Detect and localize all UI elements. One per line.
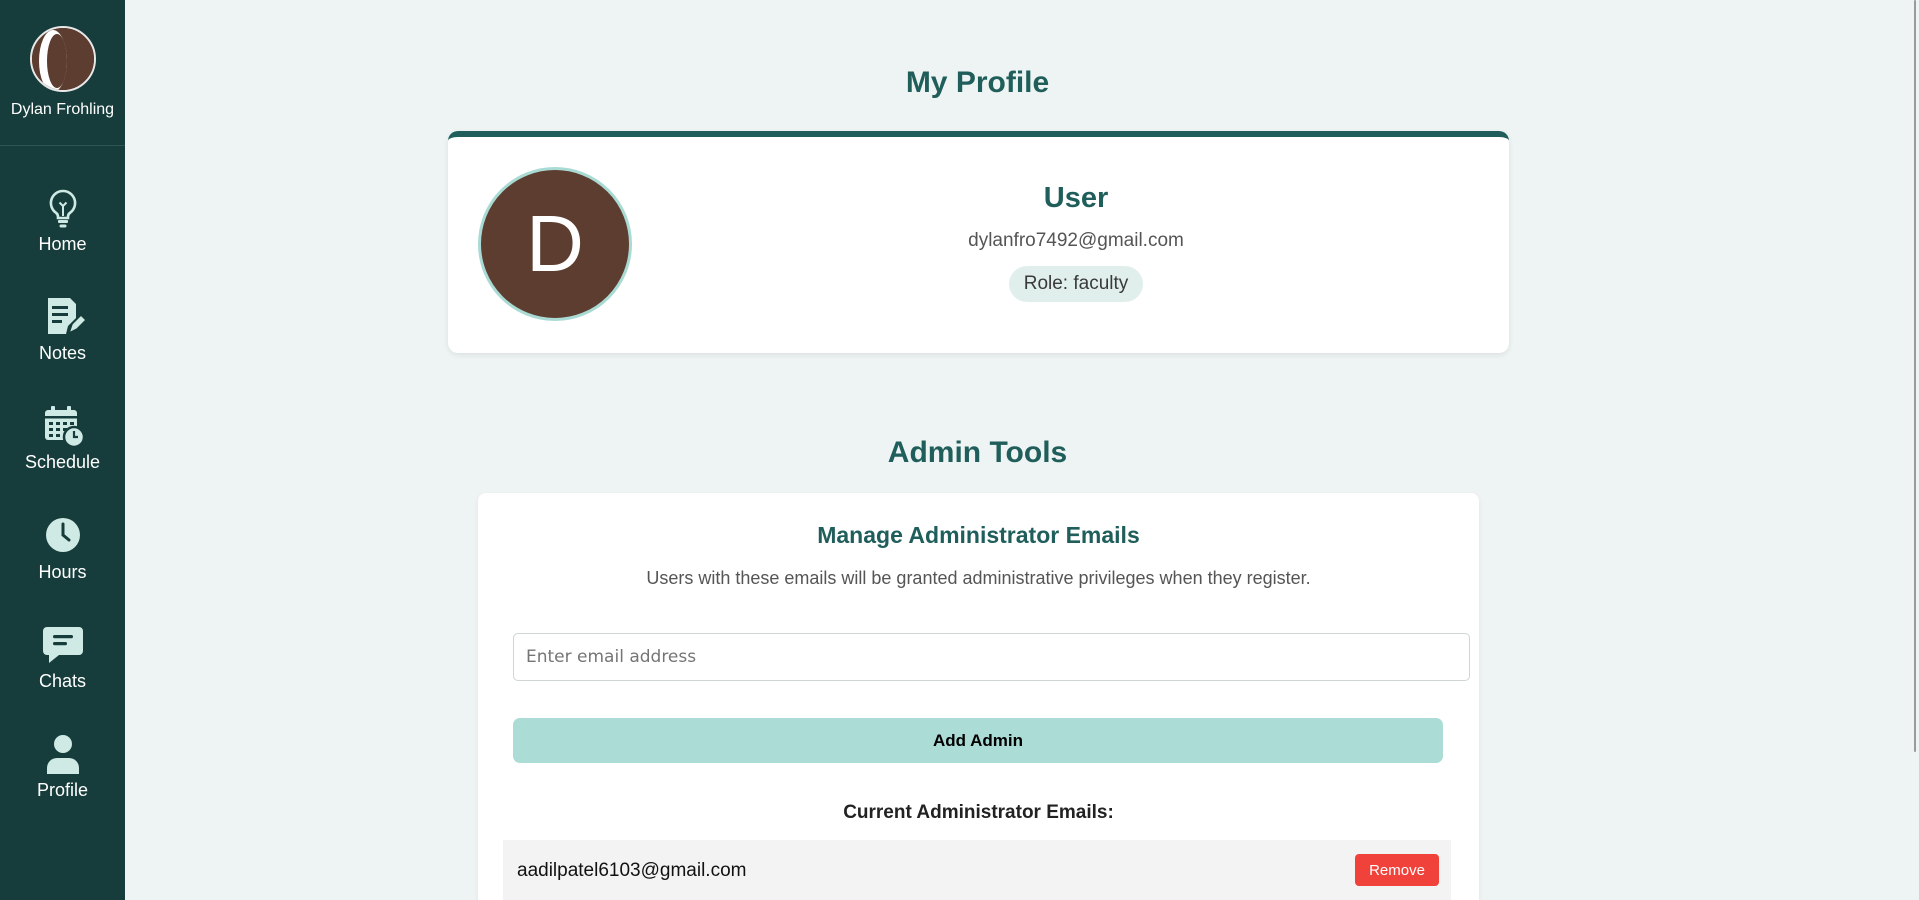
page-title: My Profile [905, 66, 1050, 99]
scrollbar-thumb[interactable] [1914, 0, 1916, 752]
avatar[interactable] [29, 26, 96, 92]
admin-list-heading: Current Administrator Emails: [843, 802, 1114, 823]
main-content: My Profile D User dylanfro7492@gmail.com… [125, 0, 1919, 900]
role-badge: Role: faculty [1008, 266, 1144, 302]
profile-card: D User dylanfro7492@gmail.com Role: facu… [448, 131, 1509, 353]
sidebar-item-notes[interactable]: Notes [0, 295, 125, 364]
sidebar-item-chats[interactable]: Chats [0, 623, 125, 692]
profile-name: User [1043, 182, 1109, 214]
admin-email: aadilpatel6103@gmail.com [517, 860, 747, 881]
user-icon [46, 735, 79, 774]
sidebar-item-label: Chats [38, 671, 87, 691]
sidebar-item-home[interactable]: Home [0, 186, 125, 255]
profile-avatar: D [478, 167, 632, 321]
sidebar-item-schedule[interactable]: Schedule [0, 404, 125, 473]
sidebar-item-label: Home [38, 234, 87, 254]
sidebar-item-label: Profile [36, 780, 89, 800]
remove-button[interactable]: Remove [1355, 854, 1439, 886]
admin-emails-card: Manage Administrator Emails Users with t… [478, 493, 1479, 900]
profile-email: dylanfro7492@gmail.com [968, 230, 1184, 251]
sidebar-item-label: Hours [38, 562, 87, 582]
add-admin-button[interactable]: Add Admin [513, 718, 1443, 763]
sidebar-item-label: Schedule [24, 452, 101, 472]
chat-bubble-icon [42, 627, 83, 663]
scrollbar[interactable] [1905, 0, 1919, 900]
lightbulb-icon [49, 189, 76, 228]
notes-edit-icon [47, 298, 85, 335]
sidebar-user[interactable]: Dylan Frohling [0, 0, 125, 146]
sidebar-item-hours[interactable]: Hours [0, 514, 125, 583]
list-item: aadilpatel6103@gmail.com Remove [503, 840, 1451, 900]
sidebar-item-profile[interactable]: Profile [0, 732, 125, 801]
admin-card-title: Manage Administrator Emails [817, 522, 1140, 548]
clock-icon [45, 518, 80, 552]
sidebar: Dylan Frohling Home Notes Schedule Hours… [0, 0, 125, 900]
sidebar-item-label: Notes [38, 343, 87, 363]
sidebar-user-name: Dylan Frohling [10, 101, 115, 118]
profile-info: User dylanfro7492@gmail.com Role: facult… [748, 182, 1404, 302]
admin-tools-title: Admin Tools [887, 436, 1068, 469]
admin-card-description: Users with these emails will be granted … [646, 568, 1311, 588]
avatar-image [31, 28, 94, 90]
email-input[interactable] [513, 633, 1470, 681]
calendar-clock-icon [44, 406, 85, 448]
